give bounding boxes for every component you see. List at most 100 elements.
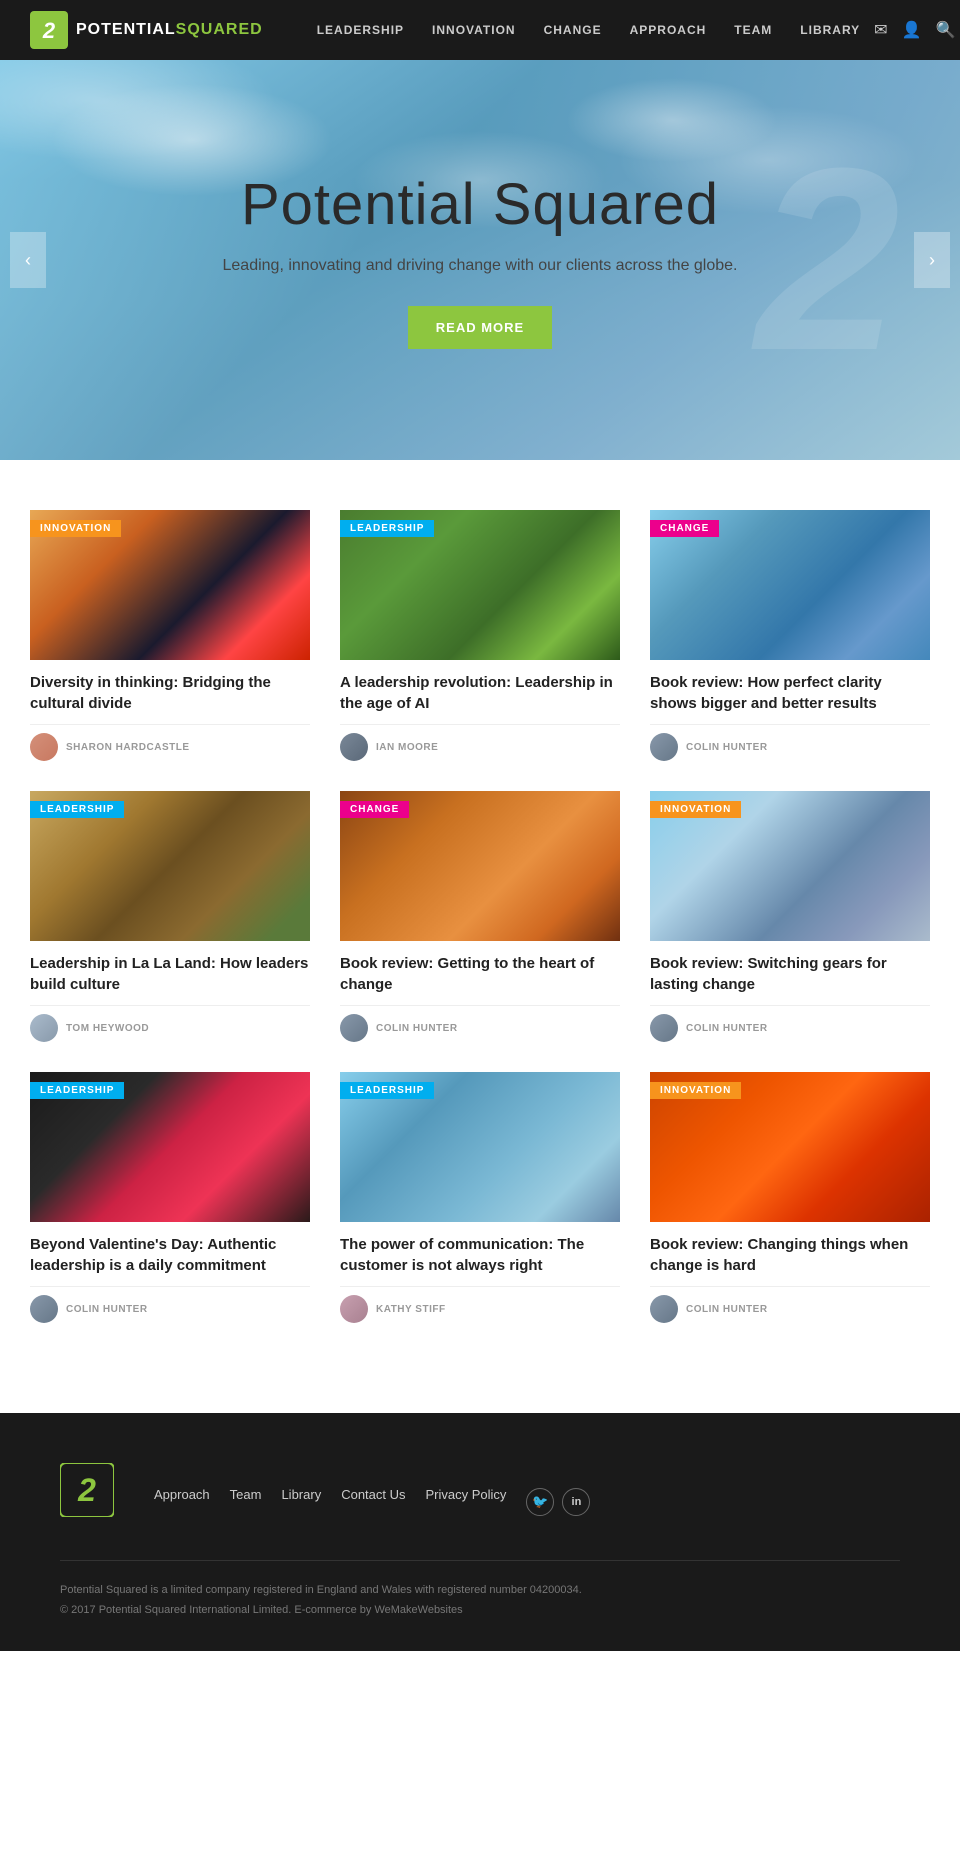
article-title: The power of communication: The customer…	[340, 1234, 620, 1276]
footer-legal: Potential Squared is a limited company r…	[60, 1581, 900, 1621]
footer-logo-icon: 2	[60, 1463, 114, 1517]
linkedin-button[interactable]: in	[562, 1488, 590, 1516]
svg-text:2: 2	[42, 18, 56, 43]
footer-contact-link[interactable]: Contact Us	[341, 1487, 405, 1502]
logo-text: POTENTIALSQUARED	[76, 21, 263, 39]
article-author: SHARON HARDCASTLE	[30, 724, 310, 761]
article-tag: LEADERSHIP	[340, 1082, 434, 1099]
author-avatar	[30, 1295, 58, 1323]
footer-privacy-link[interactable]: Privacy Policy	[426, 1487, 507, 1502]
hero-watermark: 2	[755, 130, 900, 390]
footer-bottom: Potential Squared is a limited company r…	[60, 1560, 900, 1621]
article-tag: LEADERSHIP	[340, 520, 434, 537]
email-icon[interactable]: ✉	[874, 20, 887, 40]
hero-title: Potential Squared	[223, 171, 738, 238]
article-tag: LEADERSHIP	[30, 801, 124, 818]
article-title: Leadership in La La Land: How leaders bu…	[30, 953, 310, 995]
navbar: 2 POTENTIALSQUARED LEADERSHIP INNOVATION…	[0, 0, 960, 60]
article-image-wrap: LEADERSHIP	[30, 791, 310, 941]
article-image-wrap: LEADERSHIP	[340, 1072, 620, 1222]
article-author: KATHY STIFF	[340, 1286, 620, 1323]
hero-slider: 2 ‹ Potential Squared Leading, innovatin…	[0, 60, 960, 460]
article-image-wrap: INNOVATION	[30, 510, 310, 660]
article-image-wrap: INNOVATION	[650, 791, 930, 941]
author-avatar	[340, 1014, 368, 1042]
nav-team[interactable]: TEAM	[720, 23, 786, 37]
article-title: Beyond Valentine's Day: Authentic leader…	[30, 1234, 310, 1276]
author-avatar	[650, 1014, 678, 1042]
article-image-wrap: LEADERSHIP	[30, 1072, 310, 1222]
article-card[interactable]: INNOVATION Book review: Changing things …	[650, 1072, 930, 1323]
article-title: Book review: Switching gears for lasting…	[650, 953, 930, 995]
nav-links: LEADERSHIP INNOVATION CHANGE APPROACH TE…	[303, 21, 874, 39]
article-card[interactable]: CHANGE Book review: How perfect clarity …	[650, 510, 930, 761]
article-tag: LEADERSHIP	[30, 1082, 124, 1099]
author-name: COLIN HUNTER	[66, 1304, 148, 1315]
article-author: COLIN HUNTER	[650, 724, 930, 761]
footer-logo: 2	[60, 1463, 114, 1522]
author-name: KATHY STIFF	[376, 1304, 446, 1315]
author-avatar	[650, 1295, 678, 1323]
author-avatar	[340, 1295, 368, 1323]
author-avatar	[30, 733, 58, 761]
nav-library[interactable]: LIBRARY	[786, 23, 874, 37]
author-name: COLIN HUNTER	[686, 1023, 768, 1034]
search-icon[interactable]: 🔍	[936, 20, 956, 40]
article-author: TOM HEYWOOD	[30, 1005, 310, 1042]
article-grid: INNOVATION Diversity in thinking: Bridgi…	[30, 510, 930, 1323]
hero-subtitle: Leading, innovating and driving change w…	[223, 254, 738, 278]
author-avatar	[650, 733, 678, 761]
slider-next-button[interactable]: ›	[914, 232, 950, 288]
footer-approach-link[interactable]: Approach	[154, 1487, 210, 1502]
footer-links-row: Approach Team Library Contact Us Privacy…	[154, 1473, 900, 1516]
svg-text:2: 2	[77, 1472, 96, 1508]
author-name: SHARON HARDCASTLE	[66, 742, 190, 753]
article-title: Book review: How perfect clarity shows b…	[650, 672, 930, 714]
footer-library-link[interactable]: Library	[281, 1487, 321, 1502]
author-avatar	[30, 1014, 58, 1042]
author-name: COLIN HUNTER	[376, 1023, 458, 1034]
article-image-wrap: LEADERSHIP	[340, 510, 620, 660]
article-tag: INNOVATION	[30, 520, 121, 537]
author-name: COLIN HUNTER	[686, 742, 768, 753]
nav-change[interactable]: CHANGE	[530, 23, 616, 37]
logo-link[interactable]: 2 POTENTIALSQUARED	[30, 11, 263, 49]
article-author: COLIN HUNTER	[30, 1286, 310, 1323]
user-icon[interactable]: 👤	[902, 20, 922, 40]
article-card[interactable]: CHANGE Book review: Getting to the heart…	[340, 791, 620, 1042]
nav-approach[interactable]: APPROACH	[616, 23, 721, 37]
article-title: A leadership revolution: Leadership in t…	[340, 672, 620, 714]
article-image-wrap: CHANGE	[340, 791, 620, 941]
article-author: COLIN HUNTER	[650, 1286, 930, 1323]
article-image-wrap: INNOVATION	[650, 1072, 930, 1222]
article-tag: INNOVATION	[650, 1082, 741, 1099]
article-card[interactable]: LEADERSHIP A leadership revolution: Lead…	[340, 510, 620, 761]
footer: 2 Approach Team Library Contact Us Priva…	[0, 1413, 960, 1651]
twitter-button[interactable]: 🐦	[526, 1488, 554, 1516]
author-name: IAN MOORE	[376, 742, 438, 753]
article-title: Book review: Changing things when change…	[650, 1234, 930, 1276]
slider-prev-button[interactable]: ‹	[10, 232, 46, 288]
hero-content: Potential Squared Leading, innovating an…	[203, 151, 758, 369]
article-author: COLIN HUNTER	[340, 1005, 620, 1042]
article-tag: CHANGE	[650, 520, 719, 537]
article-image-wrap: CHANGE	[650, 510, 930, 660]
author-avatar	[340, 733, 368, 761]
article-card[interactable]: INNOVATION Diversity in thinking: Bridgi…	[30, 510, 310, 761]
nav-leadership[interactable]: LEADERSHIP	[303, 23, 418, 37]
article-author: COLIN HUNTER	[650, 1005, 930, 1042]
hero-cta-button[interactable]: READ MORE	[408, 306, 552, 349]
author-name: COLIN HUNTER	[686, 1304, 768, 1315]
article-tag: INNOVATION	[650, 801, 741, 818]
logo-icon: 2	[30, 11, 68, 49]
nav-innovation[interactable]: INNOVATION	[418, 23, 530, 37]
nav-icons: ✉ 👤 🔍	[874, 20, 955, 40]
article-card[interactable]: LEADERSHIP The power of communication: T…	[340, 1072, 620, 1323]
footer-social: 🐦 in	[526, 1473, 590, 1516]
article-card[interactable]: INNOVATION Book review: Switching gears …	[650, 791, 930, 1042]
footer-team-link[interactable]: Team	[230, 1487, 262, 1502]
article-card[interactable]: LEADERSHIP Leadership in La La Land: How…	[30, 791, 310, 1042]
article-title: Diversity in thinking: Bridging the cult…	[30, 672, 310, 714]
article-title: Book review: Getting to the heart of cha…	[340, 953, 620, 995]
article-card[interactable]: LEADERSHIP Beyond Valentine's Day: Authe…	[30, 1072, 310, 1323]
